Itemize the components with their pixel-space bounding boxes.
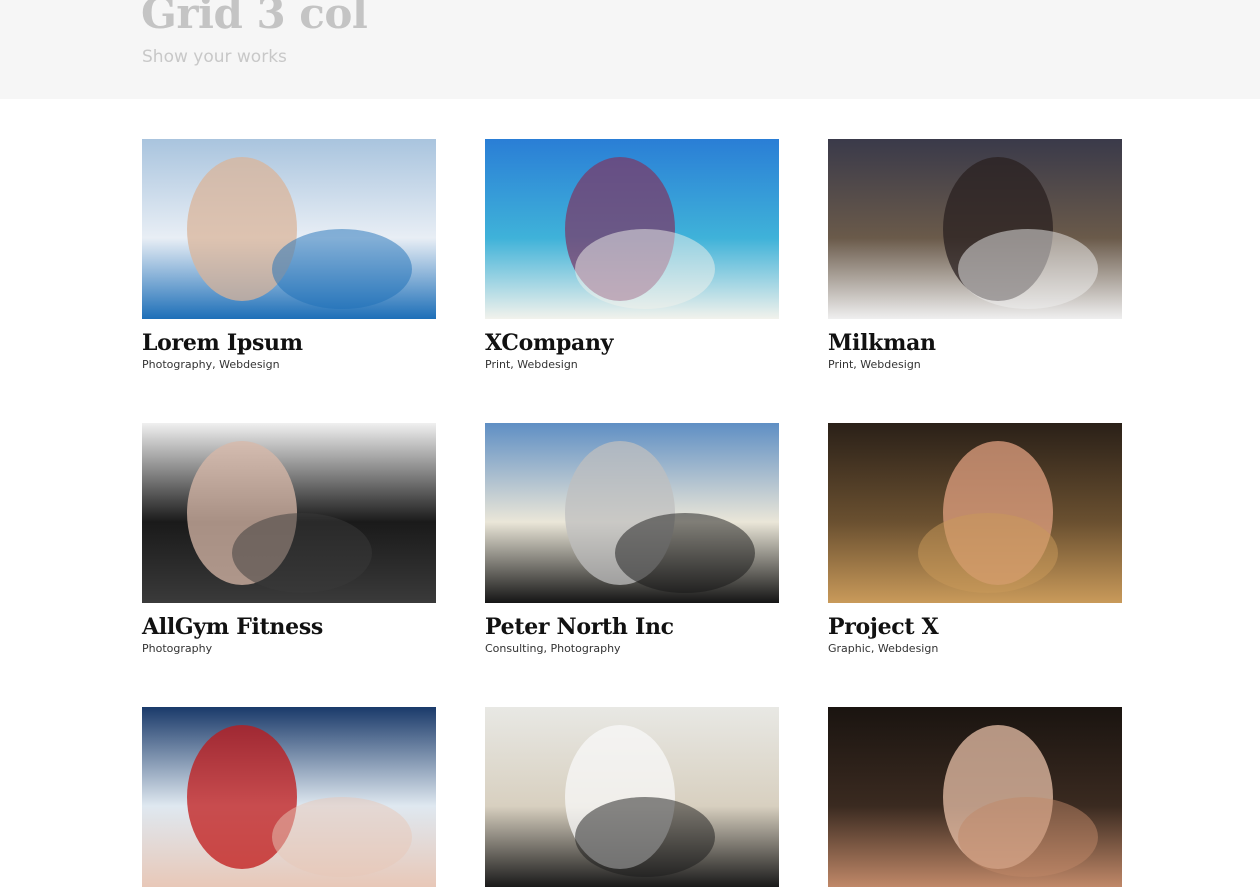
- portfolio-item-title[interactable]: Milkman: [828, 328, 936, 358]
- thumbnail-image: [142, 707, 436, 887]
- page-header: Grid 3 col Show your works: [0, 0, 1260, 99]
- thumbnail-image: [828, 423, 1122, 603]
- photo-detail: [575, 229, 715, 309]
- thumbnail-image: [828, 139, 1122, 319]
- portfolio-thumbnail[interactable]: [828, 139, 1122, 319]
- portfolio-item-tags: Photography, Webdesign: [142, 358, 280, 371]
- page-title: Grid 3 col: [141, 0, 368, 38]
- portfolio-item[interactable]: XCompany Print, Webdesign: [485, 139, 779, 371]
- portfolio-thumbnail[interactable]: [142, 707, 436, 887]
- portfolio-item-tags: Print, Webdesign: [485, 358, 578, 371]
- portfolio-item-title[interactable]: Peter North Inc: [485, 612, 674, 642]
- thumbnail-image: [142, 423, 436, 603]
- thumbnail-image: [142, 139, 436, 319]
- portfolio-thumbnail[interactable]: [485, 139, 779, 319]
- photo-detail: [958, 797, 1098, 877]
- portfolio-item[interactable]: Project X Graphic, Webdesign: [828, 423, 1122, 655]
- portfolio-thumbnail[interactable]: [142, 139, 436, 319]
- portfolio-item-tags: Consulting, Photography: [485, 642, 621, 655]
- portfolio-item[interactable]: [828, 707, 1122, 887]
- portfolio-item[interactable]: Lorem Ipsum Photography, Webdesign: [142, 139, 436, 371]
- portfolio-thumbnail[interactable]: [828, 423, 1122, 603]
- portfolio-thumbnail[interactable]: [142, 423, 436, 603]
- portfolio-item-title[interactable]: XCompany: [485, 328, 613, 358]
- portfolio-item-tags: Print, Webdesign: [828, 358, 921, 371]
- portfolio-thumbnail[interactable]: [485, 707, 779, 887]
- thumbnail-image: [485, 139, 779, 319]
- portfolio-thumbnail[interactable]: [828, 707, 1122, 887]
- photo-detail: [232, 513, 372, 593]
- photo-detail: [615, 513, 755, 593]
- portfolio-item-title[interactable]: AllGym Fitness: [142, 612, 323, 642]
- portfolio-item-title[interactable]: Project X: [828, 612, 939, 642]
- thumbnail-image: [485, 423, 779, 603]
- photo-detail: [272, 229, 412, 309]
- portfolio-thumbnail[interactable]: [485, 423, 779, 603]
- portfolio-item[interactable]: AllGym Fitness Photography: [142, 423, 436, 655]
- portfolio-item[interactable]: Milkman Print, Webdesign: [828, 139, 1122, 371]
- photo-detail: [918, 513, 1058, 593]
- portfolio-item[interactable]: Peter North Inc Consulting, Photography: [485, 423, 779, 655]
- page-subtitle: Show your works: [142, 47, 287, 67]
- photo-detail: [272, 797, 412, 877]
- thumbnail-image: [485, 707, 779, 887]
- portfolio-item[interactable]: [142, 707, 436, 887]
- portfolio-item[interactable]: [485, 707, 779, 887]
- portfolio-item-tags: Photography: [142, 642, 213, 655]
- photo-detail: [958, 229, 1098, 309]
- photo-detail: [575, 797, 715, 877]
- thumbnail-image: [828, 707, 1122, 887]
- portfolio-item-tags: Graphic, Webdesign: [828, 642, 939, 655]
- portfolio-item-title[interactable]: Lorem Ipsum: [142, 328, 303, 358]
